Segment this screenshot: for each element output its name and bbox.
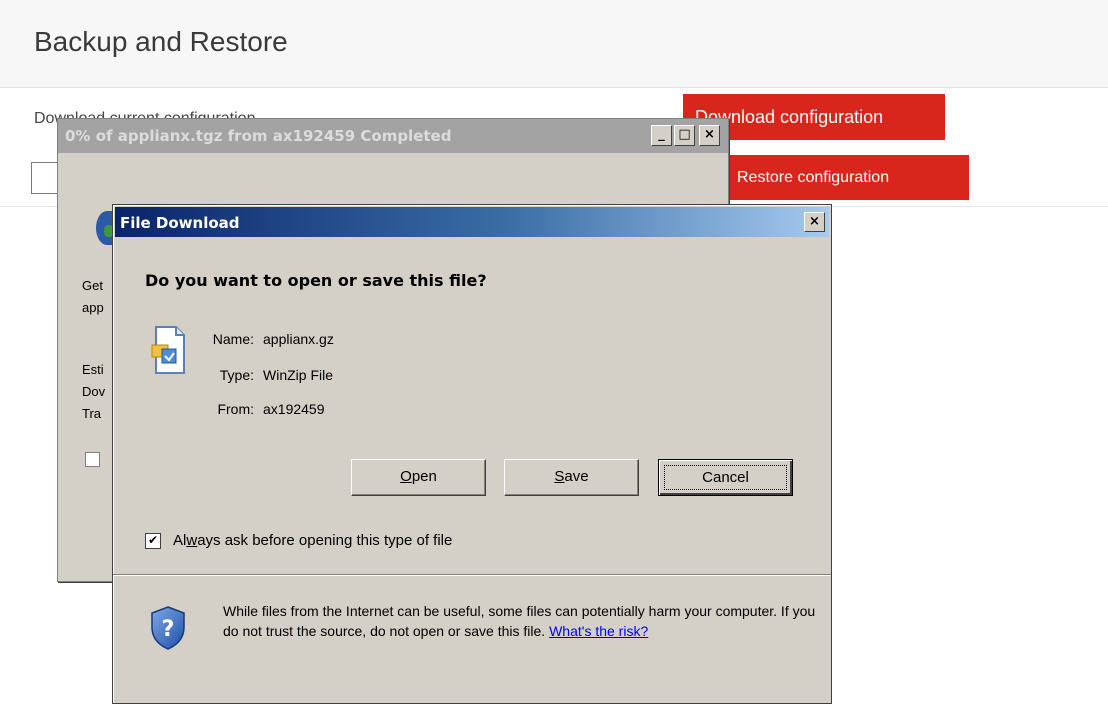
maximize-button[interactable]: □ xyxy=(674,125,695,146)
close-when-complete-checkbox[interactable] xyxy=(85,452,100,467)
warning-text: While files from the Internet can be use… xyxy=(223,603,816,639)
type-label: Type: xyxy=(219,367,254,383)
close-button[interactable]: × xyxy=(699,125,720,146)
save-label: ave xyxy=(564,468,589,485)
always-ask-mnemonic: w xyxy=(186,532,198,549)
security-warning: While files from the Internet can be use… xyxy=(223,601,823,641)
save-mnemonic: S xyxy=(554,468,565,485)
open-button[interactable]: Open xyxy=(351,459,486,496)
progress-text-line: Dov xyxy=(82,384,106,399)
dialog-close-button[interactable]: × xyxy=(804,212,825,232)
progress-title: 0% of applianx.tgz from ax192459 Complet… xyxy=(65,127,452,145)
dialog-question: Do you want to open or save this file? xyxy=(145,271,487,290)
file-download-dialog: File Download × Do you want to open or s… xyxy=(112,204,832,704)
from-label: From: xyxy=(217,401,254,417)
always-ask-text-a: Al xyxy=(173,532,187,549)
page-header: Backup and Restore xyxy=(0,0,1108,88)
cancel-button[interactable]: Cancel xyxy=(658,459,793,496)
svg-text:?: ? xyxy=(162,617,175,642)
minimize-button[interactable]: _ xyxy=(651,125,672,146)
file-icon xyxy=(151,326,185,374)
open-label: pen xyxy=(411,468,437,485)
page-title: Backup and Restore xyxy=(34,26,288,57)
progress-text-line: Esti xyxy=(82,362,104,377)
always-ask-checkbox[interactable]: ✔ xyxy=(145,533,161,549)
dialog-title: File Download xyxy=(120,214,240,232)
always-ask-text-b: ays ask before opening this type of file xyxy=(197,532,453,549)
dialog-title-bar[interactable]: File Download × xyxy=(115,207,829,237)
cancel-label: Cancel xyxy=(664,465,787,490)
progress-text-line: Get xyxy=(82,278,103,293)
name-label: Name: xyxy=(212,331,254,347)
type-value: WinZip File xyxy=(263,367,334,383)
dialog-divider xyxy=(113,574,831,576)
restore-configuration-button[interactable]: Restore configuration xyxy=(725,155,969,200)
progress-title-bar[interactable]: 0% of applianx.tgz from ax192459 Complet… xyxy=(58,119,728,153)
name-value: applianx.gz xyxy=(263,331,334,347)
security-shield-icon: ? xyxy=(151,606,185,650)
from-value: ax192459 xyxy=(263,401,325,417)
open-mnemonic: O xyxy=(400,468,412,485)
always-ask-label[interactable]: Always ask before opening this type of f… xyxy=(173,532,452,549)
save-button[interactable]: Save xyxy=(504,459,639,496)
whats-the-risk-link[interactable]: What's the risk? xyxy=(549,623,648,639)
progress-text-line: app xyxy=(82,300,104,315)
progress-text-line: Tra xyxy=(82,406,102,421)
